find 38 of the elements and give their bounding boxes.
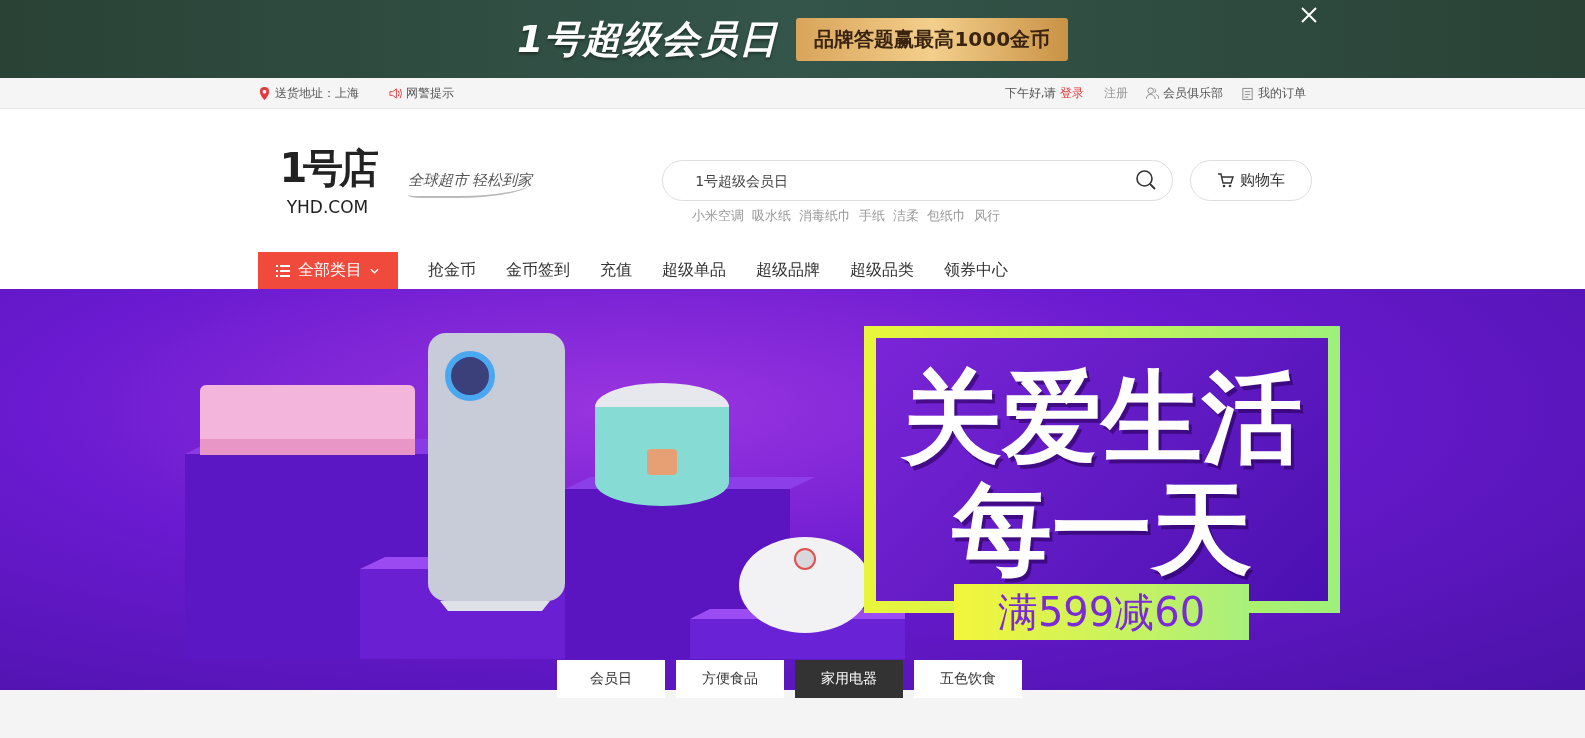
headline: 每一天 [952, 474, 1252, 586]
slogan: 全球超市 轻松到家 [407, 171, 533, 198]
clipboard-icon [1240, 86, 1254, 100]
nav-link[interactable]: 领券中心 [943, 260, 1008, 281]
nav-link[interactable]: 超级品牌 [755, 260, 820, 281]
chevron-down-icon [370, 267, 379, 274]
menu-icon [276, 264, 290, 277]
location-pin-icon [257, 86, 271, 100]
speaker-icon [388, 86, 402, 100]
nav-link[interactable]: 抢金币 [427, 260, 476, 281]
nav-link[interactable]: 超级单品 [661, 260, 726, 281]
search-icon[interactable] [1135, 169, 1158, 191]
promo-banner[interactable]: 1号超级会员日 品牌答题赢最高1000金币 [0, 0, 1585, 78]
headline: 关爱生活 [902, 362, 1302, 474]
promo-tagline: 品牌答题赢最高1000金币 [796, 17, 1069, 61]
cart-icon [1217, 172, 1235, 189]
nav-link[interactable]: 充值 [599, 260, 632, 281]
delivery-address[interactable]: 送货地址：上海 [274, 84, 359, 102]
promo-title: 1号超级会员日 [516, 15, 779, 63]
login-link[interactable]: 登录 [1059, 84, 1084, 102]
greeting-text: 下午好,请 [1004, 84, 1057, 102]
police-notice-link[interactable]: 网警提示 [405, 84, 454, 102]
cart-button[interactable]: 购物车 [1190, 160, 1313, 201]
nav-link[interactable]: 金币签到 [505, 260, 570, 281]
category-tab[interactable]: 家用电器 [795, 660, 903, 698]
close-icon[interactable] [1300, 6, 1318, 24]
search-field[interactable]: 1号超级会员日 [662, 160, 1174, 201]
nav-link[interactable]: 超级品类 [849, 260, 914, 281]
discount-badge: 满599减60 [954, 584, 1249, 640]
category-tab[interactable]: 五色饮食 [914, 660, 1022, 698]
category-tab[interactable]: 方便食品 [676, 660, 784, 698]
logo-mark[interactable]: 1号店 [279, 139, 376, 197]
people-icon [1145, 86, 1159, 100]
my-orders-link[interactable]: 我的订单 [1257, 84, 1306, 102]
member-club-link[interactable]: 会员俱乐部 [1162, 84, 1223, 102]
logo-domain: YHD.COM [286, 197, 369, 217]
all-categories-button[interactable]: 全部类目 [257, 252, 398, 289]
category-tab[interactable]: 会员日 [557, 660, 665, 698]
